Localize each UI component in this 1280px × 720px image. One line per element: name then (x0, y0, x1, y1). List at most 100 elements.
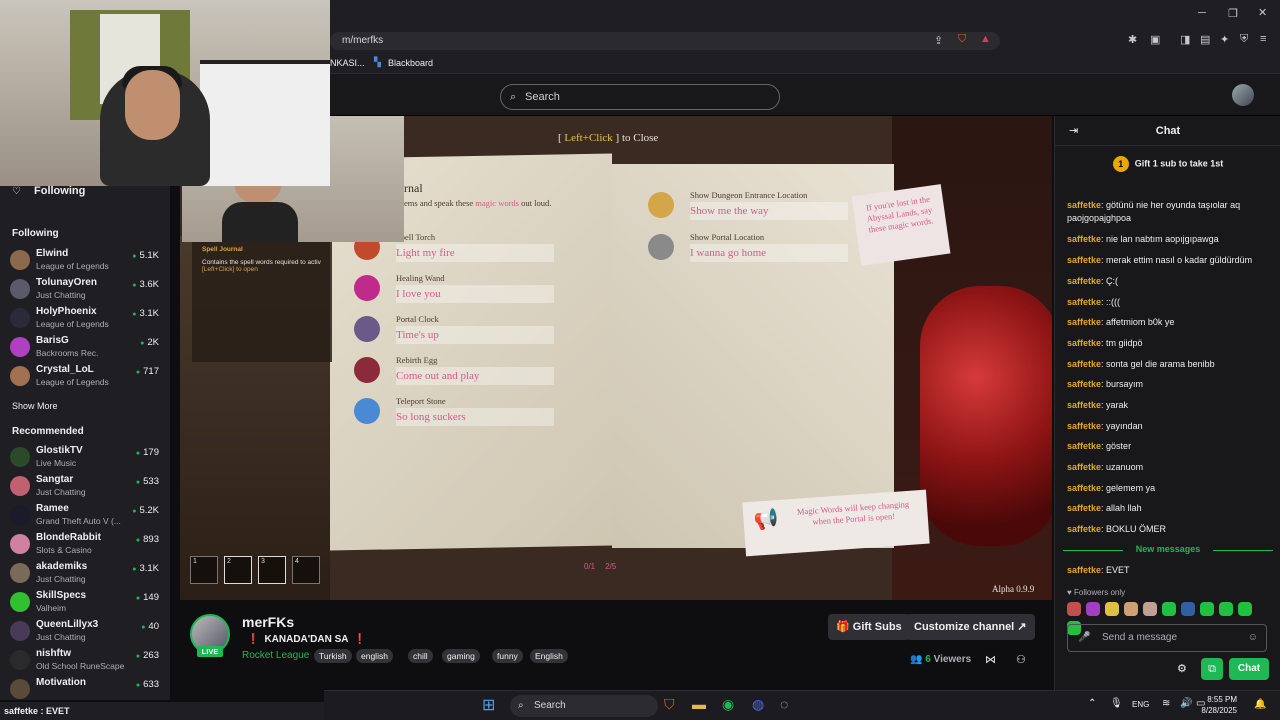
share-icon[interactable]: ⋈ (985, 653, 996, 666)
chat-username[interactable]: saffetke (1067, 421, 1101, 431)
maximize-button[interactable]: ❐ (1228, 7, 1238, 20)
tag[interactable]: Turkish (314, 649, 352, 663)
customize-channel-button[interactable]: Customize channel ↗ (906, 614, 1035, 640)
show-more-link[interactable]: Show More (12, 401, 58, 411)
sidebar-channel[interactable]: Crystal_LoL League of Legends 717 (10, 363, 162, 391)
tag[interactable]: funny (492, 649, 523, 663)
rewards-icon[interactable]: ▲ (980, 33, 991, 45)
magic-word: I wanna go home (690, 244, 848, 262)
chat-username[interactable]: saffetke (1067, 400, 1101, 410)
chat-username[interactable]: saffetke (1067, 276, 1101, 286)
url-field[interactable]: m/merfks (330, 32, 1000, 50)
tray-chevron-icon[interactable]: ⌃ (1088, 698, 1096, 709)
folder-icon[interactable]: ▬ (692, 696, 706, 712)
mic-icon[interactable]: 🎤 (1078, 625, 1090, 651)
mic-tray-icon[interactable]: 🎙 (1110, 698, 1123, 709)
heart-icon: ♥ (1067, 588, 1074, 597)
new-messages-divider[interactable]: New messages (1063, 544, 1273, 554)
extensions-icon[interactable]: ✱ (1128, 33, 1137, 46)
discord-icon[interactable]: ◍ (752, 696, 764, 713)
chat-message: saffetke: bursayım (1067, 379, 1144, 389)
emote-icon[interactable] (1143, 602, 1157, 616)
menu-icon[interactable]: ≡ (1260, 33, 1266, 45)
sidebar-channel[interactable]: Ramee Grand Theft Auto V (... 5.2K (10, 502, 162, 530)
gift-subs-button[interactable]: 🎁 Gift Subs (828, 614, 910, 640)
sidebar-channel[interactable]: TolunayOren Just Chatting 3.6K (10, 276, 162, 304)
chat-username[interactable]: saffetke (1067, 317, 1101, 327)
bookmark-blackboard[interactable]: Blackboard (388, 58, 433, 68)
follow-settings-icon[interactable]: ⚇ (1016, 653, 1026, 666)
channel-points-icon[interactable]: ⧉ (1201, 658, 1223, 680)
volume-icon[interactable]: 🔊 (1180, 698, 1192, 709)
sidebar-channel[interactable]: nishftw Old School RuneScape 263 (10, 647, 162, 675)
chat-username[interactable]: saffetke (1067, 255, 1101, 265)
emote-icon[interactable] (1219, 602, 1233, 616)
tag[interactable]: chill (408, 649, 433, 663)
viewer-count: 3.1K (132, 308, 159, 319)
user-avatar[interactable] (1232, 84, 1254, 106)
sidebar-toggle-icon[interactable]: ◨ (1180, 33, 1190, 46)
sidebar-channel[interactable]: SkillSpecs Valheim 149 (10, 589, 162, 617)
gear-icon[interactable]: ⚙ (1177, 662, 1187, 675)
chat-username[interactable]: saffetke (1067, 234, 1101, 244)
minimize-button[interactable]: ─ (1198, 7, 1206, 19)
sidebar-channel[interactable]: QueenLillyx3 Just Chatting 40 (10, 618, 162, 646)
notification-icon[interactable]: 🔔 (1254, 699, 1266, 710)
clock[interactable]: 8:55 PM 8/28/2025 (1192, 694, 1237, 716)
language-indicator[interactable]: ENG (1132, 700, 1149, 709)
vpn-icon[interactable]: ⛨ (1240, 33, 1248, 46)
sidebar-channel[interactable]: Elwind League of Legends 5.1K (10, 247, 162, 275)
sidebar-channel[interactable]: HolyPhoenix League of Legends 3.1K (10, 305, 162, 333)
bookmark-item[interactable]: NKASI... (330, 58, 365, 68)
channel-name[interactable]: merFKs (242, 614, 294, 630)
ai-icon[interactable]: ✦ (1220, 33, 1229, 46)
search-input[interactable]: ⌕ Search (500, 84, 780, 110)
chat-username[interactable]: saffetke (1067, 338, 1101, 348)
windows-start-icon[interactable]: ⊞ (482, 695, 495, 715)
emote-icon[interactable] (1124, 602, 1138, 616)
channel-game: Just Chatting (36, 290, 86, 300)
tag[interactable]: english (356, 649, 393, 663)
chat-username[interactable]: saffetke (1067, 524, 1101, 534)
emote-icon[interactable] (1086, 602, 1100, 616)
emote-icon[interactable] (1200, 602, 1214, 616)
chat-send-button[interactable]: Chat (1229, 658, 1269, 680)
sidebar-channel[interactable]: Sangtar Just Chatting 533 (10, 473, 162, 501)
chat-username[interactable]: saffetke (1067, 483, 1101, 493)
emote-icon[interactable] (1067, 602, 1081, 616)
chat-username[interactable]: saffetke (1067, 200, 1101, 210)
share-icon[interactable]: ⇪ (934, 34, 943, 47)
chat-username[interactable]: saffetke (1067, 297, 1101, 307)
emote-icon[interactable] (1238, 602, 1252, 616)
gift-leaderboard[interactable]: 1 Gift 1 sub to take 1st (1055, 156, 1280, 172)
emote-picker-icon[interactable]: ☺ (1248, 625, 1258, 651)
spotify-icon[interactable]: ◉ (722, 696, 734, 713)
app-icon[interactable]: ◌ (780, 696, 788, 712)
chat-username[interactable]: saffetke (1067, 379, 1101, 389)
following-nav[interactable]: Following (34, 185, 85, 197)
brave-icon[interactable]: ⛉ (664, 696, 675, 713)
spell-item-icon (648, 234, 674, 260)
tag[interactable]: gaming (442, 649, 480, 663)
game-category[interactable]: Rocket League (242, 650, 309, 661)
wifi-icon[interactable]: ≋ (1162, 698, 1170, 709)
emote-icon[interactable] (1105, 602, 1119, 616)
chat-username[interactable]: saffetke (1067, 462, 1101, 472)
emote-icon[interactable] (1162, 602, 1176, 616)
tag[interactable]: English (530, 649, 568, 663)
chat-input[interactable]: 🎤 Send a message ☺ (1067, 624, 1267, 652)
sidebar-channel[interactable]: Motivation 633 (10, 676, 162, 704)
sidebar-channel[interactable]: akademiks Just Chatting 3.1K (10, 560, 162, 588)
brave-shield-icon[interactable]: ⛉ (958, 33, 966, 46)
chat-username[interactable]: saffetke (1067, 441, 1101, 451)
taskbar-search[interactable]: ⌕ Search (510, 695, 658, 717)
sidebar-channel[interactable]: BlondeRabbit Slots & Casino 893 (10, 531, 162, 559)
sidebar-channel[interactable]: GlostikTV Live Music 179 (10, 444, 162, 472)
wallet-icon[interactable]: ▤ (1200, 33, 1210, 46)
chat-username[interactable]: saffetke (1067, 503, 1101, 513)
close-window-button[interactable]: ✕ (1258, 6, 1267, 19)
sidebar-channel[interactable]: BarisG Backrooms Rec. 2K (10, 334, 162, 362)
emote-icon[interactable] (1181, 602, 1195, 616)
tab-icon[interactable]: ▣ (1150, 33, 1160, 46)
chat-username[interactable]: saffetke (1067, 359, 1101, 369)
